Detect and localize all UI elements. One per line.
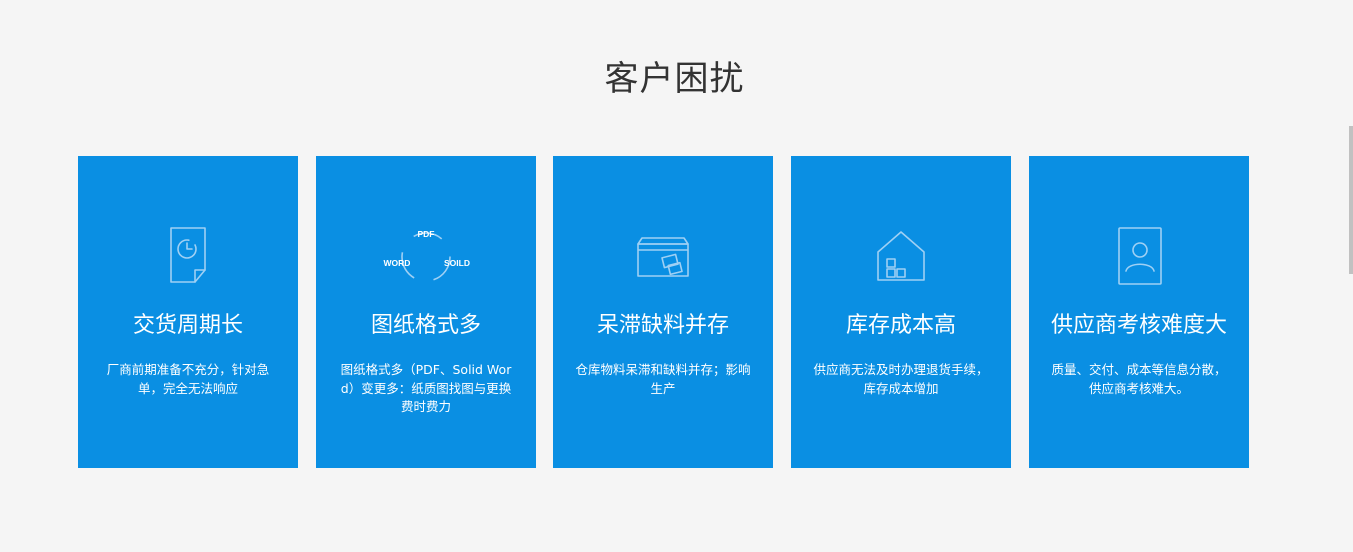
card-drawing-formats[interactable]: PDF WORD SOILD 图纸格式多 图纸格式多（PDF、Solid Wor… xyxy=(316,156,536,468)
card-title: 交货周期长 xyxy=(132,313,243,338)
supplier-profile-icon xyxy=(1029,224,1249,288)
clock-document-icon xyxy=(78,224,298,288)
card-title: 呆滞缺料并存 xyxy=(596,313,729,338)
card-title: 图纸格式多 xyxy=(370,313,481,338)
card-title: 库存成本高 xyxy=(845,313,956,338)
card-inventory-cost[interactable]: 库存成本高 供应商无法及时办理退货手续，库存成本增加 xyxy=(791,156,1011,468)
section-title: 客户困扰 xyxy=(604,59,745,99)
card-description: 仓库物料呆滞和缺料并存；影响生产 xyxy=(575,362,751,396)
pdf-label: PDF xyxy=(418,229,435,239)
format-cycle-icon: PDF WORD SOILD xyxy=(316,224,536,288)
card-title: 供应商考核难度大 xyxy=(1050,313,1227,338)
warehouse-house-icon xyxy=(791,224,1011,288)
card-description: 供应商无法及时办理退货手续，库存成本增加 xyxy=(813,362,989,396)
card-description: 质量、交付、成本等信息分散，供应商考核难大。 xyxy=(1051,362,1227,396)
card-description: 图纸格式多（PDF、Solid Word）变更多：纸质图找图与更换费时费力 xyxy=(340,362,512,414)
card-delivery-cycle[interactable]: 交货周期长 厂商前期准备不充分，针对急单，完全无法响应 xyxy=(78,156,298,468)
soild-label: SOILD xyxy=(444,258,470,268)
scrollbar-thumb[interactable] xyxy=(1349,126,1353,274)
pain-points-cards: 交货周期长 厂商前期准备不充分，针对急单，完全无法响应 PDF WORD SOI… xyxy=(78,156,1249,468)
inventory-box-icon xyxy=(553,224,773,288)
card-supplier-assessment[interactable]: 供应商考核难度大 质量、交付、成本等信息分散，供应商考核难大。 xyxy=(1029,156,1249,468)
card-description: 厂商前期准备不充分，针对急单，完全无法响应 xyxy=(106,362,270,396)
card-stagnant-shortage[interactable]: 呆滞缺料并存 仓库物料呆滞和缺料并存；影响生产 xyxy=(553,156,773,468)
word-label: WORD xyxy=(384,258,411,268)
